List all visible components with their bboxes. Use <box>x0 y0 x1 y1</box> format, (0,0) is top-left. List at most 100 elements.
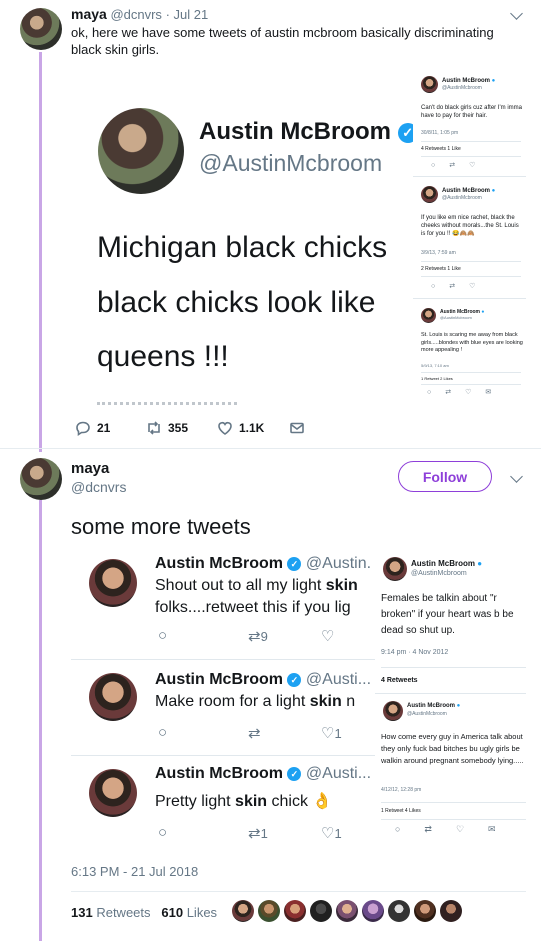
like-total-label[interactable]: Likes <box>187 905 217 920</box>
liker-avatar[interactable] <box>388 900 410 922</box>
retweet-icon: ⇄ <box>248 725 261 742</box>
tweet-divider <box>0 448 541 449</box>
liker-avatar[interactable] <box>284 900 306 922</box>
side-divider <box>421 261 521 262</box>
dm-button[interactable] <box>289 420 305 436</box>
retweet-total[interactable]: 131 <box>71 905 93 920</box>
embedded-author: Austin McBroom ✓ @Austin. <box>155 555 371 573</box>
like-button[interactable]: 1.1K <box>217 420 264 436</box>
side-avatar <box>383 701 403 721</box>
like-total[interactable]: 610 <box>161 905 183 920</box>
retweet-button[interactable]: 355 <box>146 420 188 436</box>
liker-avatar[interactable] <box>336 900 358 922</box>
thread-line-lower <box>39 500 42 941</box>
side-divider <box>381 802 526 803</box>
reply-icon: ○ <box>158 824 168 841</box>
retweet-total-label[interactable]: Retweets <box>96 905 150 920</box>
retweet-icon: ⇄1 <box>248 825 268 842</box>
embedded-text-line1: Michigan black chicks <box>97 231 388 264</box>
side-avatar <box>421 308 436 323</box>
embedded-author: Austin McBroom ✓ @Austi... <box>155 765 371 783</box>
heart-icon <box>218 422 232 435</box>
heart-icon: ♡1 <box>321 825 342 842</box>
side-stats: 1 Retweet 2 Likes <box>421 376 453 381</box>
side-stats: 4 Retweets 1 Like <box>421 146 461 152</box>
thread-line <box>39 52 42 452</box>
liker-avatar[interactable] <box>414 900 436 922</box>
side-stats: 1 Retweet 4 Likes <box>381 808 421 814</box>
side-divider <box>381 667 526 668</box>
screenshot-left: Austin McBroom ✓ @Austin. Shout out to a… <box>71 547 375 847</box>
embedded-text: Make room for a light skin n <box>155 693 356 710</box>
side-handle: @AustinMcbroom <box>407 711 447 717</box>
side-column: Austin McBroom ● @AustinMcbroom Can't do… <box>413 66 526 410</box>
side-text: Can't do black girls cuz after I'm imma … <box>421 105 522 119</box>
side-divider <box>413 176 526 177</box>
envelope-icon <box>290 422 304 434</box>
reply-icon: ○ <box>158 724 168 741</box>
side-text: Females be talkin about "r broken" if yo… <box>381 593 514 636</box>
side-handle: @AustinMcbroom <box>411 570 467 577</box>
avatar[interactable] <box>20 8 62 50</box>
follow-button[interactable]: Follow <box>398 461 492 492</box>
stats-divider <box>71 891 526 892</box>
embedded-text-line3: queens !!! <box>97 340 229 373</box>
author-name[interactable]: maya <box>71 460 109 477</box>
embedded-handle: @Austi... <box>305 765 372 782</box>
tweet-header: maya @dcnvrs · Jul 21 <box>71 6 208 22</box>
retweet-count: 355 <box>168 421 189 435</box>
embedded-name: Austin McBroom <box>155 671 283 688</box>
chevron-down-icon[interactable] <box>510 7 523 20</box>
author-name[interactable]: maya <box>71 6 107 22</box>
side-actions: ○⇄♡ <box>431 162 490 169</box>
liker-avatars <box>232 900 464 924</box>
embedded-avatar <box>89 673 137 721</box>
tweet-image[interactable]: Austin McBroom ✓ @AustinMcbroom Michigan… <box>71 66 526 410</box>
reply-icon: ○ <box>158 627 168 644</box>
side-handle: @AustinMcbroom <box>440 315 472 320</box>
retweet-icon: ⇄9 <box>248 628 268 645</box>
heart-icon: ♡ <box>321 628 335 645</box>
liker-avatar[interactable] <box>440 900 462 922</box>
embedded-actions: ○ ⇄9 ♡ <box>158 627 368 645</box>
embedded-author: Austin McBroom ✓ @Austi... <box>155 671 371 689</box>
side-name: Austin McBroom ● <box>407 703 461 709</box>
embedded-avatar <box>98 108 184 194</box>
retweet-icon <box>148 421 160 435</box>
tweet-image[interactable]: Austin McBroom ✓ @Austin. Shout out to a… <box>71 547 526 847</box>
author-handle[interactable]: @dcnvrs <box>110 7 162 22</box>
side-handle: @AustinMcbroom <box>442 195 482 201</box>
side-divider <box>421 156 521 157</box>
side-date: 9:14 pm · 4 Nov 2012 <box>381 649 449 656</box>
side-avatar <box>383 557 407 581</box>
tweet-timestamp[interactable]: 6:13 PM - 21 Jul 2018 <box>71 864 198 879</box>
liker-avatar[interactable] <box>258 900 280 922</box>
reply-count: 21 <box>97 421 111 435</box>
separator: · <box>165 7 170 22</box>
side-text: If you like em nice rachet, black the ch… <box>421 215 519 237</box>
side-divider <box>375 693 526 694</box>
tweet-text: ok, here we have some tweets of austin m… <box>71 25 494 57</box>
verified-icon: ✓ <box>287 766 302 781</box>
embedded-name: Austin McBroom <box>155 765 283 782</box>
side-date: 3/9/13, 7:59 am <box>421 250 456 256</box>
embedded-name: Austin McBroom <box>155 555 283 572</box>
side-avatar <box>421 76 438 93</box>
like-count: 1.1K <box>239 421 265 435</box>
verified-icon: ✓ <box>287 556 302 571</box>
embedded-handle: @AustinMcbroom <box>199 150 383 176</box>
embedded-text-line2: black chicks look like <box>97 286 376 319</box>
chevron-down-icon[interactable] <box>510 470 523 483</box>
liker-avatar[interactable] <box>310 900 332 922</box>
tweet-date[interactable]: Jul 21 <box>174 7 209 22</box>
side-divider <box>413 298 526 299</box>
side-text: How come every guy in America talk about… <box>381 732 524 765</box>
embedded-avatar <box>89 769 137 817</box>
liker-avatar[interactable] <box>232 900 254 922</box>
author-handle[interactable]: @dcnvrs <box>71 479 126 495</box>
avatar[interactable] <box>20 458 62 500</box>
side-name: Austin McBroom ● <box>442 188 496 194</box>
liker-avatar[interactable] <box>362 900 384 922</box>
reply-button[interactable]: 21 <box>75 420 110 436</box>
screenshot-right: Austin McBroom ● @AustinMcbroom Females … <box>375 547 526 847</box>
